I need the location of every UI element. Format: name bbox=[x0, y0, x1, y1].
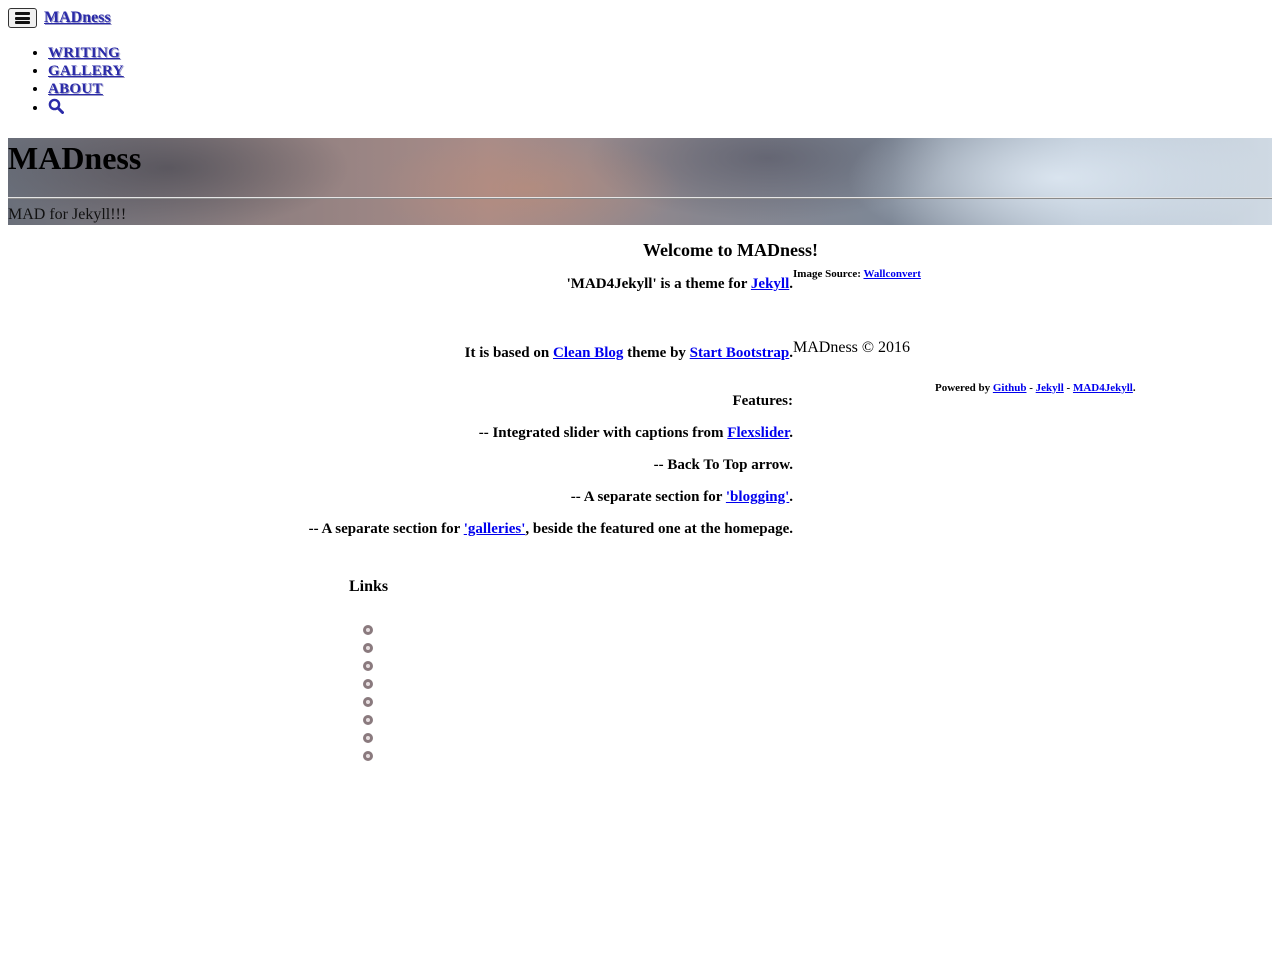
nav-menu: WRITING GALLERY ABOUT bbox=[8, 44, 124, 116]
flickr-icon[interactable] bbox=[363, 715, 373, 725]
hamburger-menu-icon bbox=[15, 12, 30, 24]
jekyll-footer-link[interactable]: Jekyll bbox=[1036, 382, 1064, 394]
blogging-link[interactable]: 'blogging' bbox=[726, 489, 789, 505]
site-title: MADness bbox=[8, 140, 142, 176]
site-subtitle: MAD for Jekyll!!! bbox=[8, 206, 127, 223]
links-heading: Links bbox=[349, 578, 389, 595]
hero-divider bbox=[8, 197, 1272, 199]
linkedin-icon[interactable] bbox=[363, 697, 373, 707]
nav-item-about: ABOUT bbox=[48, 80, 124, 98]
brand-link[interactable]: MADness bbox=[44, 9, 111, 27]
start-bootstrap-link[interactable]: Start Bootstrap bbox=[690, 345, 790, 361]
flexslider-link[interactable]: Flexslider bbox=[727, 425, 789, 441]
twitter-icon[interactable] bbox=[363, 625, 373, 635]
nav-item-search bbox=[48, 98, 124, 116]
mad4jekyll-link[interactable]: MAD4Jekyll bbox=[1073, 382, 1133, 394]
facebook-icon[interactable] bbox=[363, 643, 373, 653]
wallconvert-link[interactable]: Wallconvert bbox=[863, 268, 920, 280]
powered-by: Powered by Github - Jekyll - MAD4Jekyll. bbox=[935, 382, 1136, 394]
features-label: Features: bbox=[732, 393, 793, 409]
clean-blog-link[interactable]: Clean Blog bbox=[553, 345, 623, 361]
galleries-link[interactable]: 'galleries' bbox=[464, 521, 526, 537]
menu-toggle-button[interactable] bbox=[8, 8, 37, 28]
nav-item-writing: WRITING bbox=[48, 44, 124, 62]
jekyll-link[interactable]: Jekyll bbox=[751, 276, 789, 292]
pinterest-icon[interactable] bbox=[363, 661, 373, 671]
search-icon bbox=[48, 98, 64, 114]
hero-header: MADness MAD for Jekyll!!! bbox=[8, 138, 1272, 225]
post-based-on: It is based on Clean Blog theme by Start… bbox=[464, 345, 793, 361]
nav-link-gallery[interactable]: GALLERY bbox=[48, 63, 124, 79]
deviantart-icon[interactable] bbox=[363, 733, 373, 743]
copyright: MADness © 2016 bbox=[793, 339, 911, 356]
post-heading: Welcome to MADness! bbox=[643, 240, 818, 260]
email-icon[interactable] bbox=[363, 751, 373, 761]
instagram-icon[interactable] bbox=[363, 679, 373, 689]
search-link[interactable] bbox=[48, 98, 64, 119]
post-intro: 'MAD4Jekyll' is a theme for Jekyll. bbox=[566, 276, 793, 292]
nav-item-gallery: GALLERY bbox=[48, 62, 124, 80]
feature-blogging: -- A separate section for 'blogging'. bbox=[570, 489, 793, 505]
feature-slider: -- Integrated slider with captions from … bbox=[478, 425, 793, 441]
nav-link-about[interactable]: ABOUT bbox=[48, 81, 103, 97]
github-link[interactable]: Github bbox=[993, 382, 1027, 394]
image-source: Image Source: Wallconvert bbox=[793, 268, 921, 280]
nav-link-writing[interactable]: WRITING bbox=[48, 45, 120, 61]
feature-galleries: -- A separate section for 'galleries', b… bbox=[308, 521, 793, 537]
feature-back-to-top: -- Back To Top arrow. bbox=[653, 457, 793, 473]
